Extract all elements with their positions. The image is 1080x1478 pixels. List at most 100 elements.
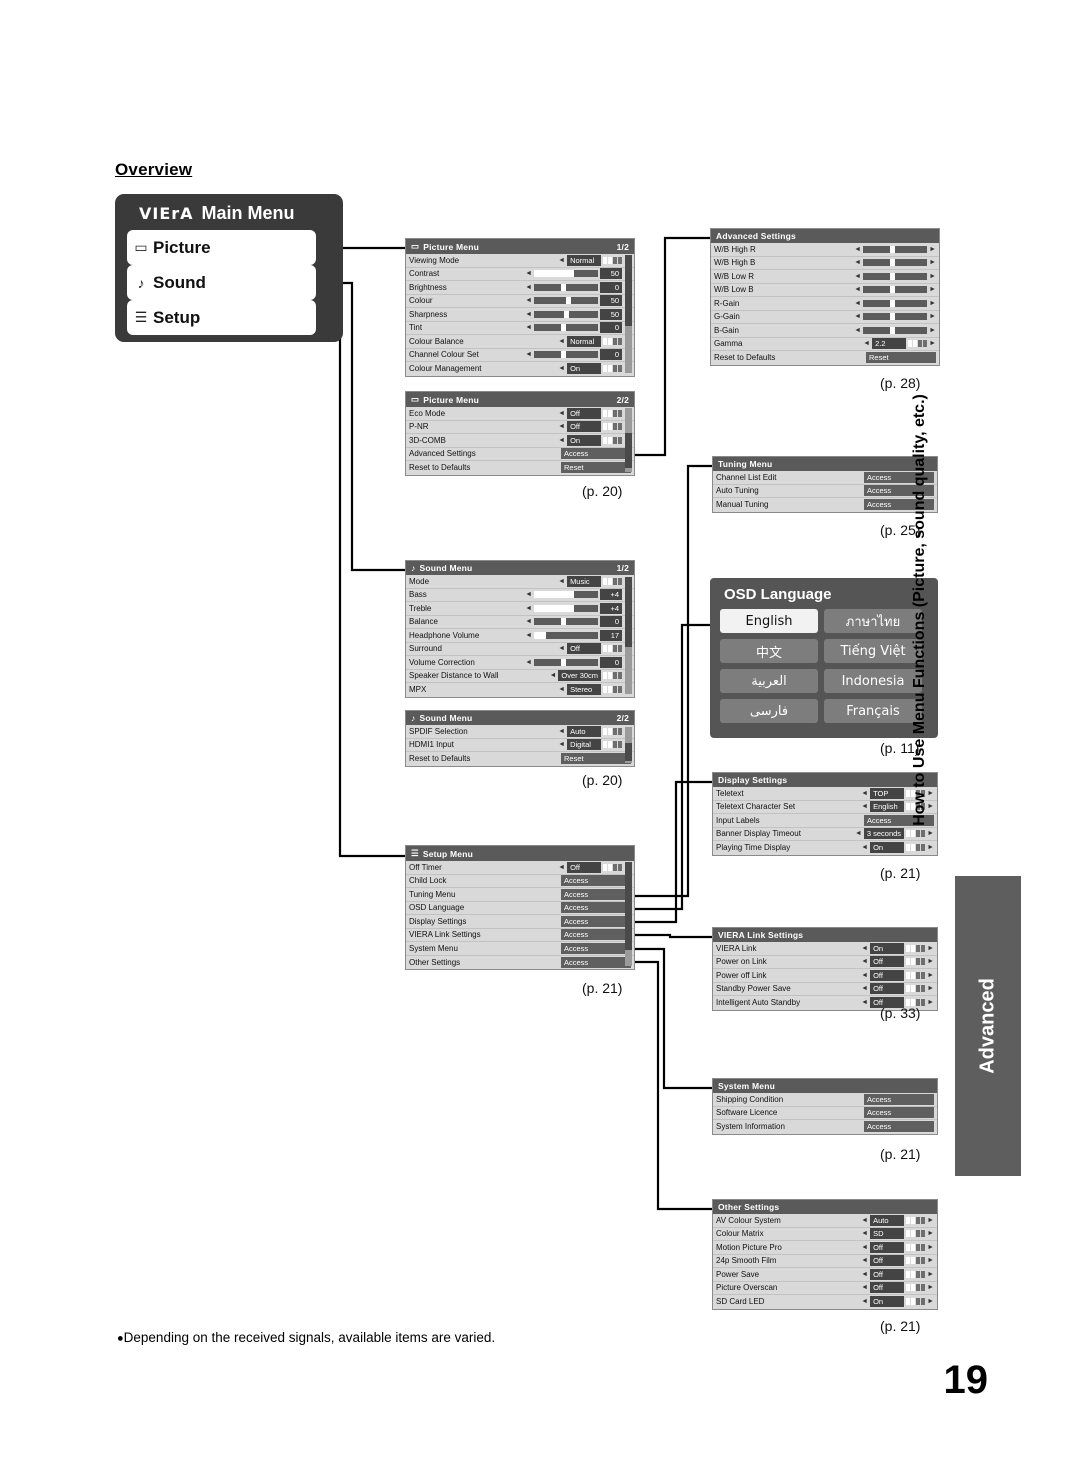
- slider-bar[interactable]: [534, 270, 599, 278]
- menu-row-control[interactable]: ◄Digital►: [558, 739, 631, 751]
- right-arrow-icon[interactable]: ►: [929, 273, 936, 280]
- menu-row[interactable]: VIERA Link ◄ On ►: [713, 942, 937, 956]
- menu-row-control[interactable]: ◄ ►: [854, 286, 936, 294]
- menu-row-control[interactable]: ◄Normal►: [558, 254, 631, 266]
- menu-row-control[interactable]: ◄0►: [525, 656, 631, 668]
- left-arrow-icon[interactable]: ◄: [861, 1244, 868, 1251]
- menu-row[interactable]: R-Gain ◄ ►: [711, 297, 939, 311]
- menu-row-control[interactable]: Access: [561, 929, 631, 941]
- left-arrow-icon[interactable]: ◄: [861, 1230, 868, 1237]
- menu-row[interactable]: Software Licence Access: [713, 1106, 937, 1120]
- slider-bar[interactable]: [863, 313, 928, 321]
- menu-row-control[interactable]: ◄+4►: [525, 602, 631, 614]
- menu-row-control[interactable]: ◄50►: [525, 268, 631, 280]
- left-arrow-icon[interactable]: ◄: [861, 790, 868, 797]
- menu-row-control[interactable]: ◄Off►: [861, 1282, 934, 1294]
- menu-row-control[interactable]: ◄Off►: [861, 1255, 934, 1267]
- left-arrow-icon[interactable]: ◄: [863, 340, 870, 347]
- slider-bar[interactable]: [534, 631, 599, 639]
- access-button[interactable]: Access: [864, 1093, 934, 1105]
- menu-row[interactable]: Colour◄50►: [406, 294, 634, 308]
- menu-row[interactable]: Mode ◄Music►: [406, 575, 634, 589]
- scrollbar[interactable]: [625, 255, 632, 373]
- left-arrow-icon[interactable]: ◄: [525, 270, 532, 277]
- menu-row-control[interactable]: ◄ ►: [854, 259, 936, 267]
- right-arrow-icon[interactable]: ►: [927, 1230, 934, 1237]
- menu-row-control[interactable]: Access: [864, 1107, 934, 1119]
- menu-row-control[interactable]: Access: [561, 448, 631, 460]
- menu-row[interactable]: Sharpness◄50►: [406, 308, 634, 322]
- right-arrow-icon[interactable]: ►: [927, 1217, 934, 1224]
- menu-row[interactable]: 3D-COMB ◄On►: [406, 434, 634, 448]
- left-arrow-icon[interactable]: ◄: [861, 1271, 868, 1278]
- left-arrow-icon[interactable]: ◄: [525, 659, 532, 666]
- slider-bar[interactable]: [534, 283, 599, 291]
- left-arrow-icon[interactable]: ◄: [525, 284, 532, 291]
- left-arrow-icon[interactable]: ◄: [854, 313, 861, 320]
- menu-row[interactable]: Shipping Condition Access: [713, 1093, 937, 1107]
- menu-row[interactable]: Treble◄+4►: [406, 602, 634, 616]
- menu-row-control[interactable]: ◄0►: [525, 616, 631, 628]
- menu-row-control[interactable]: Reset: [561, 753, 631, 765]
- menu-row[interactable]: Eco Mode ◄Off►: [406, 407, 634, 421]
- menu-row-control[interactable]: ◄Off►: [558, 421, 631, 433]
- menu-row-control[interactable]: ◄0►: [525, 281, 631, 293]
- menu-row[interactable]: Child Lock Access: [406, 874, 634, 888]
- right-arrow-icon[interactable]: ►: [929, 246, 936, 253]
- menu-row-control[interactable]: ◄Off►: [861, 969, 934, 981]
- menu-row[interactable]: W/B Low B ◄ ►: [711, 283, 939, 297]
- menu-row[interactable]: Surround ◄Off►: [406, 642, 634, 656]
- left-arrow-icon[interactable]: ◄: [861, 985, 868, 992]
- menu-row[interactable]: Colour Matrix ◄ SD ►: [713, 1227, 937, 1241]
- menu-row-control[interactable]: ◄ SD ►: [861, 1228, 934, 1240]
- left-arrow-icon[interactable]: ◄: [558, 864, 565, 871]
- menu-row[interactable]: Tuning Menu Access: [406, 888, 634, 902]
- menu-row[interactable]: AV Colour System ◄ Auto ►: [713, 1214, 937, 1228]
- menu-row[interactable]: Advanced Settings Access: [406, 447, 634, 461]
- menu-row-control[interactable]: ◄Off►: [558, 643, 631, 655]
- right-arrow-icon[interactable]: ►: [929, 313, 936, 320]
- menu-row-control[interactable]: ◄On ►: [861, 1296, 934, 1308]
- right-arrow-icon[interactable]: ►: [927, 945, 934, 952]
- scrollbar[interactable]: [625, 862, 632, 966]
- menu-row-control[interactable]: ◄50►: [525, 308, 631, 320]
- menu-row-control[interactable]: ◄+4►: [525, 589, 631, 601]
- menu-row-control[interactable]: ◄50►: [525, 295, 631, 307]
- right-arrow-icon[interactable]: ►: [927, 985, 934, 992]
- menu-row[interactable]: Standby Power Save ◄ Off ►: [713, 982, 937, 996]
- left-arrow-icon[interactable]: ◄: [525, 324, 532, 331]
- menu-row[interactable]: Volume Correction◄0►: [406, 656, 634, 670]
- menu-row[interactable]: Balance◄0►: [406, 615, 634, 629]
- menu-row[interactable]: Colour Management ◄On►: [406, 362, 634, 376]
- menu-row[interactable]: Off Timer ◄Off►: [406, 861, 634, 875]
- left-arrow-icon[interactable]: ◄: [558, 365, 565, 372]
- left-arrow-icon[interactable]: ◄: [525, 311, 532, 318]
- left-arrow-icon[interactable]: ◄: [525, 297, 532, 304]
- scrollbar[interactable]: [625, 727, 632, 763]
- menu-row-control[interactable]: ◄0►: [525, 322, 631, 334]
- right-arrow-icon[interactable]: ►: [927, 1298, 934, 1305]
- left-arrow-icon[interactable]: ◄: [861, 844, 868, 851]
- menu-row-control[interactable]: ◄Off►: [861, 1241, 934, 1253]
- menu-row-control[interactable]: ◄Auto►: [558, 725, 631, 737]
- menu-row[interactable]: System Information Access: [713, 1120, 937, 1134]
- slider-bar[interactable]: [863, 259, 928, 267]
- slider-bar[interactable]: [534, 297, 599, 305]
- slider-bar[interactable]: [534, 324, 599, 332]
- right-arrow-icon[interactable]: ►: [929, 286, 936, 293]
- menu-row[interactable]: Power Save ◄ Off ►: [713, 1268, 937, 1282]
- menu-row[interactable]: Motion Picture Pro ◄ Off ►: [713, 1241, 937, 1255]
- left-arrow-icon[interactable]: ◄: [525, 605, 532, 612]
- menu-row[interactable]: P-NR ◄Off►: [406, 420, 634, 434]
- left-arrow-icon[interactable]: ◄: [855, 830, 862, 837]
- left-arrow-icon[interactable]: ◄: [854, 300, 861, 307]
- left-arrow-icon[interactable]: ◄: [854, 259, 861, 266]
- menu-row-control[interactable]: Access: [561, 888, 631, 900]
- menu-row[interactable]: OSD Language Access: [406, 901, 634, 915]
- menu-row[interactable]: Headphone Volume◄17►: [406, 629, 634, 643]
- left-arrow-icon[interactable]: ◄: [558, 645, 565, 652]
- main-menu-item-sound[interactable]: ♪ Sound: [127, 265, 316, 300]
- menu-row[interactable]: Power off Link ◄ Off ►: [713, 969, 937, 983]
- reset-button[interactable]: Reset: [561, 462, 631, 474]
- menu-row-control[interactable]: ◄Stereo►: [558, 684, 631, 696]
